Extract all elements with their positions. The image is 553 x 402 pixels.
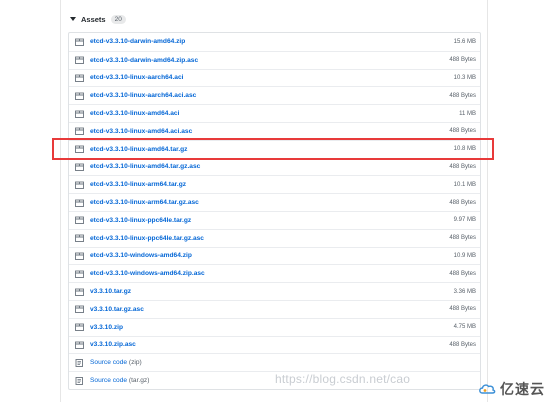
asset-row[interactable]: v3.3.10.tar.gz 3.36 MB <box>69 282 480 300</box>
asset-size: 488 Bytes <box>449 341 476 348</box>
asset-link[interactable]: etcd-v3.3.10-linux-arm64.tar.gz.asc <box>90 199 199 206</box>
package-icon <box>75 234 84 243</box>
asset-row[interactable]: etcd-v3.3.10-linux-amd64.aci 11 MB <box>69 104 480 122</box>
package-icon <box>75 323 84 332</box>
source-code-row[interactable]: Source code (zip) <box>69 353 480 371</box>
package-icon <box>75 270 84 278</box>
asset-row[interactable]: etcd-v3.3.10-windows-amd64.zip 10.9 MB <box>69 246 480 265</box>
file-zip-icon <box>75 358 84 367</box>
asset-size: 488 Bytes <box>449 92 476 99</box>
asset-size: 488 Bytes <box>449 306 476 313</box>
source-code-label: Source code <box>90 359 128 367</box>
asset-row[interactable]: etcd-v3.3.10-linux-aarch64.aci.asc 488 By… <box>69 86 480 104</box>
package-icon <box>75 74 84 82</box>
source-code-format: (tar.gz) <box>128 377 150 385</box>
file-zip-icon <box>75 376 84 385</box>
asset-size: 10.1 MB <box>453 181 476 188</box>
asset-size: 10.9 MB <box>453 252 476 259</box>
asset-link[interactable]: etcd-v3.3.10-linux-amd64.aci <box>90 110 179 117</box>
asset-size: 488 Bytes <box>449 270 476 277</box>
asset-size: 488 Bytes <box>449 128 476 135</box>
asset-row[interactable]: etcd-v3.3.10-linux-arm64.tar.gz.asc 488 B… <box>69 193 480 211</box>
asset-size: 488 Bytes <box>449 57 476 64</box>
watermark: https://blog.csdn.net/cao <box>275 372 411 386</box>
package-icon <box>75 216 84 225</box>
asset-link[interactable]: etcd-v3.3.10-windows-amd64.zip <box>90 252 192 259</box>
source-code-link[interactable]: Source code (zip) <box>90 359 142 366</box>
asset-size: 9.97 MB <box>453 217 476 224</box>
asset-size: 4.75 MB <box>453 324 476 331</box>
asset-link[interactable]: v3.3.10.zip <box>90 324 123 331</box>
package-icon <box>75 92 84 100</box>
page-left-border <box>60 0 61 402</box>
assets-header[interactable]: Assets 20 <box>70 12 126 26</box>
assets-count-badge: 20 <box>110 14 126 24</box>
brand-cloud-icon <box>479 384 496 394</box>
asset-link[interactable]: etcd-v3.3.10-linux-amd64.tar.gz.asc <box>90 163 200 170</box>
package-icon <box>75 199 84 207</box>
brand-name: 亿速云 <box>500 381 545 397</box>
asset-row[interactable]: etcd-v3.3.10-linux-ppc64le.tar.gz.asc 488… <box>69 228 480 247</box>
asset-size: 15.6 MB <box>453 38 476 45</box>
package-icon <box>75 252 84 260</box>
asset-size: 488 Bytes <box>449 163 476 170</box>
asset-row[interactable]: v3.3.10.zip 4.75 MB <box>69 317 480 336</box>
asset-size: 11 MB <box>459 110 476 117</box>
brand-logo: 亿速云 <box>478 379 545 399</box>
asset-row[interactable]: etcd-v3.3.10-windows-amd64.zip.asc 488 By… <box>69 264 480 282</box>
assets-title: Assets <box>81 14 106 24</box>
asset-row[interactable]: v3.3.10.zip.asc 488 Bytes <box>69 335 480 354</box>
package-icon <box>75 127 84 136</box>
asset-link[interactable]: etcd-v3.3.10-linux-arm64.tar.gz <box>90 181 186 188</box>
asset-row[interactable]: etcd-v3.3.10-darwin-amd64.zip 15.6 MB <box>69 33 480 51</box>
asset-row[interactable]: etcd-v3.3.10-linux-aarch64.aci 10.3 MB <box>69 68 480 87</box>
package-icon <box>75 56 84 65</box>
asset-link[interactable]: etcd-v3.3.10-windows-amd64.zip.asc <box>90 270 205 277</box>
asset-link[interactable]: v3.3.10.tar.gz.asc <box>90 306 144 313</box>
package-icon <box>75 341 84 349</box>
asset-row[interactable]: etcd-v3.3.10-linux-ppc64le.tar.gz 9.97 MB <box>69 210 480 229</box>
asset-row[interactable]: etcd-v3.3.10-linux-arm64.tar.gz 10.1 MB <box>69 175 480 193</box>
source-code-label: Source code <box>90 377 128 385</box>
asset-link[interactable]: etcd-v3.3.10-darwin-amd64.zip.asc <box>90 57 198 64</box>
package-icon <box>75 305 84 314</box>
asset-link[interactable]: etcd-v3.3.10-linux-amd64.aci.asc <box>90 128 192 135</box>
page-right-border <box>487 0 488 402</box>
asset-row[interactable]: etcd-v3.3.10-darwin-amd64.zip.asc 488 Byt… <box>69 50 480 69</box>
asset-link[interactable]: v3.3.10.tar.gz <box>90 288 131 295</box>
asset-link[interactable]: etcd-v3.3.10-linux-aarch64.aci <box>90 74 183 81</box>
package-icon <box>75 38 84 46</box>
package-icon <box>75 181 84 189</box>
asset-size: 488 Bytes <box>449 235 476 242</box>
asset-link[interactable]: etcd-v3.3.10-linux-ppc64le.tar.gz.asc <box>90 235 204 242</box>
asset-link[interactable]: etcd-v3.3.10-linux-ppc64le.tar.gz <box>90 217 191 224</box>
asset-link[interactable]: etcd-v3.3.10-linux-aarch64.aci.asc <box>90 92 196 99</box>
highlight-box <box>52 138 494 160</box>
asset-link[interactable]: etcd-v3.3.10-darwin-amd64.zip <box>90 38 185 45</box>
package-icon <box>75 288 84 296</box>
asset-link[interactable]: v3.3.10.zip.asc <box>90 341 136 348</box>
asset-row[interactable]: v3.3.10.tar.gz.asc 488 Bytes <box>69 299 480 318</box>
asset-size: 488 Bytes <box>449 199 476 206</box>
asset-size: 3.36 MB <box>453 288 476 295</box>
source-code-format: (zip) <box>128 359 142 367</box>
package-icon <box>75 110 84 118</box>
asset-size: 10.3 MB <box>453 74 476 81</box>
source-code-link[interactable]: Source code (tar.gz) <box>90 377 149 384</box>
caret-down-icon <box>70 17 76 21</box>
assets-list: etcd-v3.3.10-darwin-amd64.zip 15.6 MB etcd… <box>68 32 481 390</box>
asset-row[interactable]: etcd-v3.3.10-linux-amd64.tar.gz.asc 488 B… <box>69 157 480 176</box>
package-icon <box>75 163 84 171</box>
